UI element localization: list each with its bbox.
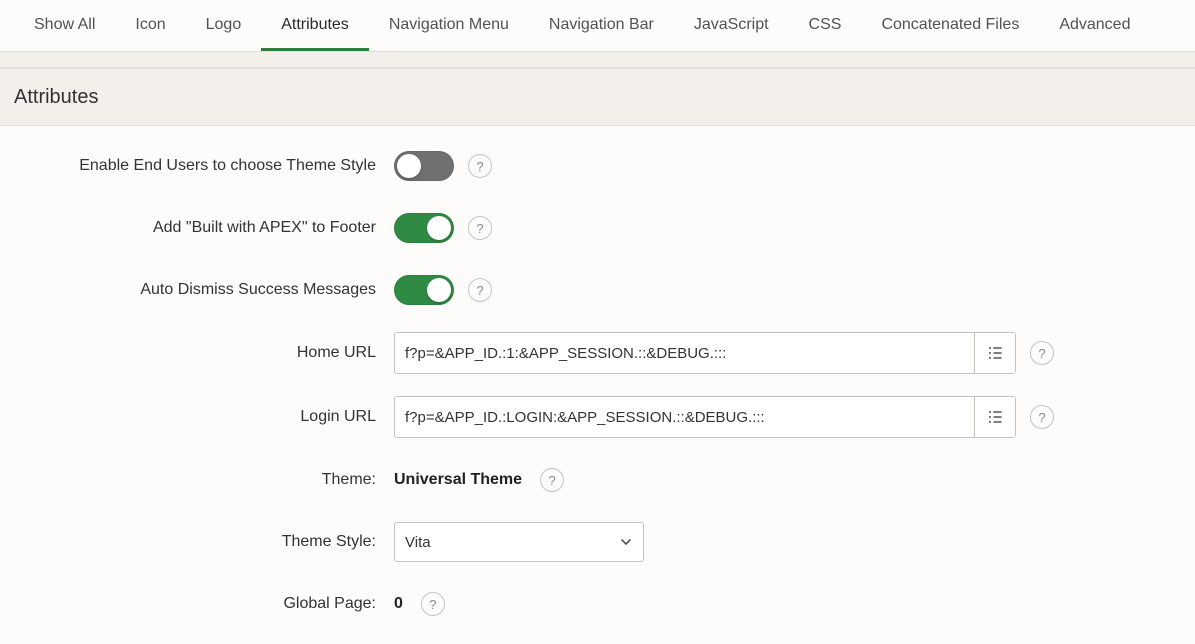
tab-attributes[interactable]: Attributes [261,0,369,51]
login-url-picker-button[interactable] [974,397,1015,437]
toggle-enable-theme-style[interactable] [394,151,454,181]
label-built-with-apex: Add "Built with APEX" to Footer [14,219,394,237]
row-theme-style: Theme Style: Vita [14,522,1181,562]
label-enable-theme-style: Enable End Users to choose Theme Style [14,157,394,175]
home-url-input-group [394,332,1016,374]
help-icon[interactable]: ? [1030,341,1054,365]
list-picker-icon [986,344,1004,362]
tab-navigation-menu[interactable]: Navigation Menu [369,0,529,51]
home-url-input[interactable] [395,333,974,373]
tab-javascript[interactable]: JavaScript [674,0,789,51]
chevron-down-icon [619,535,633,549]
section-title: Attributes [0,68,1195,126]
label-theme-style: Theme Style: [14,533,394,551]
login-url-input-group [394,396,1016,438]
list-picker-icon [986,408,1004,426]
row-theme: Theme: Universal Theme ? [14,460,1181,500]
login-url-input[interactable] [395,397,974,437]
global-page-value: 0 [394,595,403,613]
row-login-url: Login URL ? [14,396,1181,438]
tab-concatenated-files[interactable]: Concatenated Files [861,0,1039,51]
label-theme: Theme: [14,471,394,489]
row-built-with-apex: Add "Built with APEX" to Footer ? [14,208,1181,248]
label-home-url: Home URL [14,344,394,362]
theme-style-selected: Vita [405,534,431,551]
tab-icon[interactable]: Icon [115,0,185,51]
row-home-url: Home URL ? [14,332,1181,374]
help-icon[interactable]: ? [540,468,564,492]
row-global-page: Global Page: 0 ? [14,584,1181,624]
tab-advanced[interactable]: Advanced [1039,0,1150,51]
tab-css[interactable]: CSS [789,0,862,51]
toggle-built-with-apex[interactable] [394,213,454,243]
tab-logo[interactable]: Logo [186,0,262,51]
help-icon[interactable]: ? [468,278,492,302]
theme-value: Universal Theme [394,471,522,489]
help-icon[interactable]: ? [421,592,445,616]
tab-show-all[interactable]: Show All [14,0,115,51]
theme-style-select[interactable]: Vita [394,522,644,562]
attributes-form: Enable End Users to choose Theme Style ?… [0,126,1195,644]
label-global-page: Global Page: [14,595,394,613]
spacer [0,52,1195,68]
toggle-auto-dismiss[interactable] [394,275,454,305]
label-login-url: Login URL [14,408,394,426]
help-icon[interactable]: ? [468,216,492,240]
row-enable-theme-style: Enable End Users to choose Theme Style ? [14,146,1181,186]
help-icon[interactable]: ? [1030,405,1054,429]
label-auto-dismiss: Auto Dismiss Success Messages [14,281,394,299]
row-auto-dismiss: Auto Dismiss Success Messages ? [14,270,1181,310]
tab-bar: Show All Icon Logo Attributes Navigation… [0,0,1195,52]
home-url-picker-button[interactable] [974,333,1015,373]
help-icon[interactable]: ? [468,154,492,178]
tab-navigation-bar[interactable]: Navigation Bar [529,0,674,51]
